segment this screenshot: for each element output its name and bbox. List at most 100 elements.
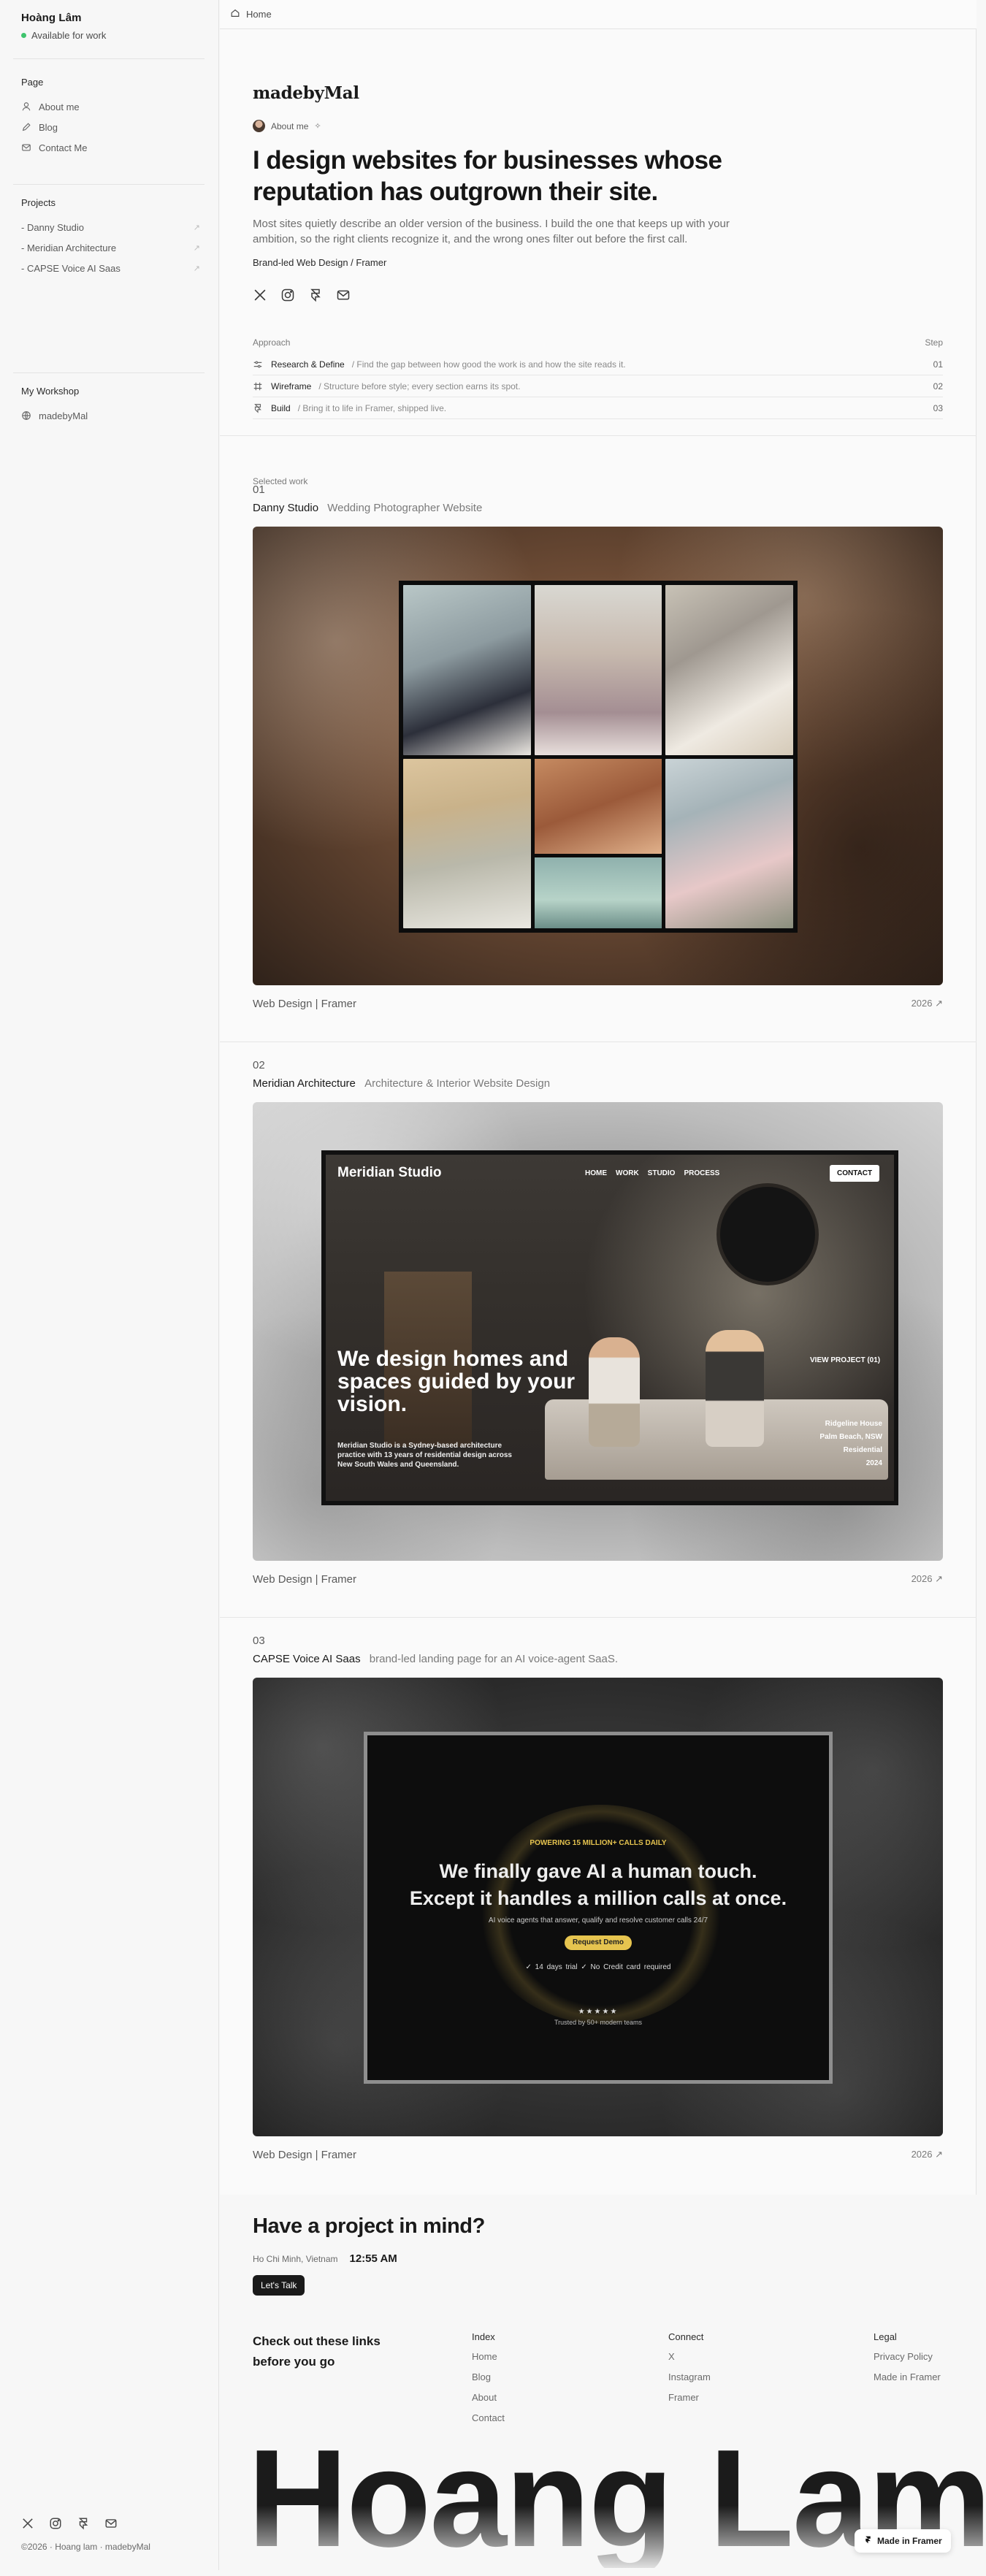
project-title[interactable]: CAPSE Voice AI Saas brand-led landing pa…: [253, 1653, 943, 1665]
project-meta: Web Design | Framer 2026 ↗: [253, 1573, 943, 1586]
made-in-framer-badge[interactable]: Made in Framer: [855, 2529, 951, 2553]
project-description: Architecture & Interior Website Design: [364, 1077, 551, 1090]
sidebar-item-madebymal[interactable]: madebyMal: [21, 405, 200, 426]
project-image-danny-studio[interactable]: [253, 527, 943, 985]
footer-link-blog[interactable]: Blog: [472, 2371, 491, 2382]
project-name: Meridian Architecture: [253, 1077, 356, 1090]
footer-link-framer[interactable]: Framer: [668, 2392, 699, 2403]
location-time: Ho Chi Minh, Vietnam 12:55 AM: [253, 2252, 397, 2265]
sidebar-item-about[interactable]: About me: [21, 96, 200, 117]
profile: Hoàng Lâm Available for work: [21, 12, 106, 41]
project-header: 02 Meridian Architecture Architecture & …: [253, 1059, 943, 1090]
preview-headline-line: We finally gave AI a human touch.: [439, 1860, 757, 1882]
project-year-link[interactable]: 2026 ↗: [912, 998, 943, 1010]
breadcrumb: Home: [220, 0, 977, 29]
preview-logo: Meridian Studio: [337, 1165, 442, 1180]
sidebar-social-links: [21, 2517, 118, 2530]
sidebar-item-label: About me: [39, 101, 80, 112]
preview-info-line: Ridgeline House: [825, 1420, 882, 1428]
mail-icon[interactable]: [336, 288, 351, 302]
pen-icon: [21, 122, 31, 132]
about-me-label: About me: [271, 121, 309, 131]
approach-step: 03: [933, 402, 943, 413]
sidebar-item-label: - CAPSE Voice AI Saas: [21, 262, 121, 274]
sidebar-item-label: madebyMal: [39, 410, 88, 421]
sidebar-item-contact[interactable]: Contact Me: [21, 137, 200, 158]
sidebar: Hoàng Lâm Available for work Page About …: [0, 0, 219, 2570]
avatar: [253, 120, 265, 132]
project-title[interactable]: Danny Studio Wedding Photographer Websit…: [253, 502, 943, 514]
preview-info-line: Residential: [843, 1446, 882, 1454]
capse-site-preview: POWERING 15 MILLION+ CALLS DAILY We fina…: [364, 1732, 833, 2084]
instagram-icon[interactable]: [49, 2517, 62, 2530]
preview-stars: ★★★★★: [578, 2008, 619, 2016]
social-links: [253, 288, 943, 302]
sidebar-item-label: - Meridian Architecture: [21, 242, 117, 253]
sidebar-projects-section: Projects - Danny Studio ↗ - Meridian Arc…: [21, 197, 200, 278]
globe-icon: [21, 410, 31, 421]
lets-talk-button[interactable]: Let's Talk: [253, 2275, 305, 2296]
sidebar-workshop-section: My Workshop madebyMal: [21, 386, 200, 426]
preview-pill: POWERING 15 MILLION+ CALLS DAILY: [530, 1839, 667, 1847]
preview-subtext: AI voice agents that answer, qualify and…: [488, 1916, 708, 1925]
sidebar-heading-projects: Projects: [21, 197, 56, 208]
project-year-link[interactable]: 2026 ↗: [912, 1573, 943, 1586]
approach-desc: / Find the gap between how good the work…: [351, 359, 626, 370]
badge-label: Made in Framer: [877, 2536, 942, 2546]
section-divider: [220, 435, 977, 436]
external-link-icon: ↗: [193, 223, 200, 232]
preview-info-line: Palm Beach, NSW: [819, 1433, 882, 1441]
framer-icon[interactable]: [308, 288, 323, 302]
project-title[interactable]: Meridian Architecture Architecture & Int…: [253, 1077, 943, 1090]
preview-text: Meridian Studio is a Sydney-based archit…: [337, 1442, 512, 1469]
preview-nav-item: STUDIO: [647, 1169, 676, 1177]
footer-link-home[interactable]: Home: [472, 2351, 497, 2362]
hero-subtext: Most sites quietly describe an older ver…: [253, 218, 730, 245]
instagram-icon[interactable]: [280, 288, 295, 302]
approach-title: Wireframe: [271, 381, 312, 391]
x-icon[interactable]: [21, 2517, 34, 2530]
user-icon: [21, 102, 31, 112]
approach-desc: / Bring it to life in Framer, shipped li…: [297, 402, 447, 413]
sidebar-divider: [13, 58, 205, 59]
status-dot-icon: [21, 33, 26, 38]
status-label: Available for work: [31, 30, 107, 41]
mail-icon[interactable]: [104, 2517, 118, 2530]
approach-table: Approach Step Research & Define / Find t…: [253, 337, 943, 419]
preview-contact: CONTACT: [830, 1165, 880, 1182]
project-header: 01 Danny Studio Wedding Photographer Web…: [253, 484, 943, 514]
breadcrumb-home[interactable]: Home: [246, 9, 272, 20]
sidebar-item-meridian[interactable]: - Meridian Architecture ↗: [21, 237, 200, 258]
project-image-meridian[interactable]: Meridian Studio HOME WORK STUDIO PROCESS…: [253, 1102, 943, 1561]
grid-icon: [253, 381, 263, 391]
x-icon[interactable]: [253, 288, 267, 302]
project-image-capse[interactable]: POWERING 15 MILLION+ CALLS DAILY We fina…: [253, 1678, 943, 2136]
approach-row: Wireframe / Structure before style; ever…: [253, 375, 943, 397]
project-year-link[interactable]: 2026 ↗: [912, 2149, 943, 2161]
project-header: 03 CAPSE Voice AI Saas brand-led landing…: [253, 1635, 943, 1665]
footer-link-x[interactable]: X: [668, 2351, 675, 2362]
framer-icon[interactable]: [77, 2517, 90, 2530]
footer-index: Index Home Blog About Contact: [472, 2331, 505, 2433]
sidebar-item-danny-studio[interactable]: - Danny Studio ↗: [21, 217, 200, 237]
preview-headline: We design homes and spaces guided by you…: [337, 1347, 576, 1416]
sidebar-item-label: Contact Me: [39, 142, 88, 153]
approach-title: Research & Define: [271, 359, 345, 370]
footer-link-instagram[interactable]: Instagram: [668, 2371, 711, 2382]
external-link-icon: ↗: [193, 264, 200, 273]
approach-row: Research & Define / Find the gap between…: [253, 353, 943, 375]
about-me-link[interactable]: About me ✧: [253, 120, 943, 132]
project-description: brand-led landing page for an AI voice-a…: [369, 1653, 619, 1665]
sidebar-item-capse[interactable]: - CAPSE Voice AI Saas ↗: [21, 258, 200, 278]
footer-link-privacy[interactable]: Privacy Policy: [874, 2351, 933, 2362]
availability-status: Available for work: [21, 30, 106, 41]
footer-link-made-in-framer[interactable]: Made in Framer: [874, 2371, 941, 2382]
project-name: Danny Studio: [253, 502, 319, 514]
footer-link-about[interactable]: About: [472, 2392, 497, 2403]
project-number: 02: [253, 1059, 265, 1071]
copyright: ©2026 · Hoang lam · madebyMal: [21, 2542, 150, 2552]
preview-trust: Trusted by 50+ modern teams: [554, 2019, 642, 2026]
approach-desc: / Structure before style; every section …: [318, 381, 521, 391]
framer-icon: [863, 2535, 873, 2547]
sidebar-item-blog[interactable]: Blog: [21, 117, 200, 137]
